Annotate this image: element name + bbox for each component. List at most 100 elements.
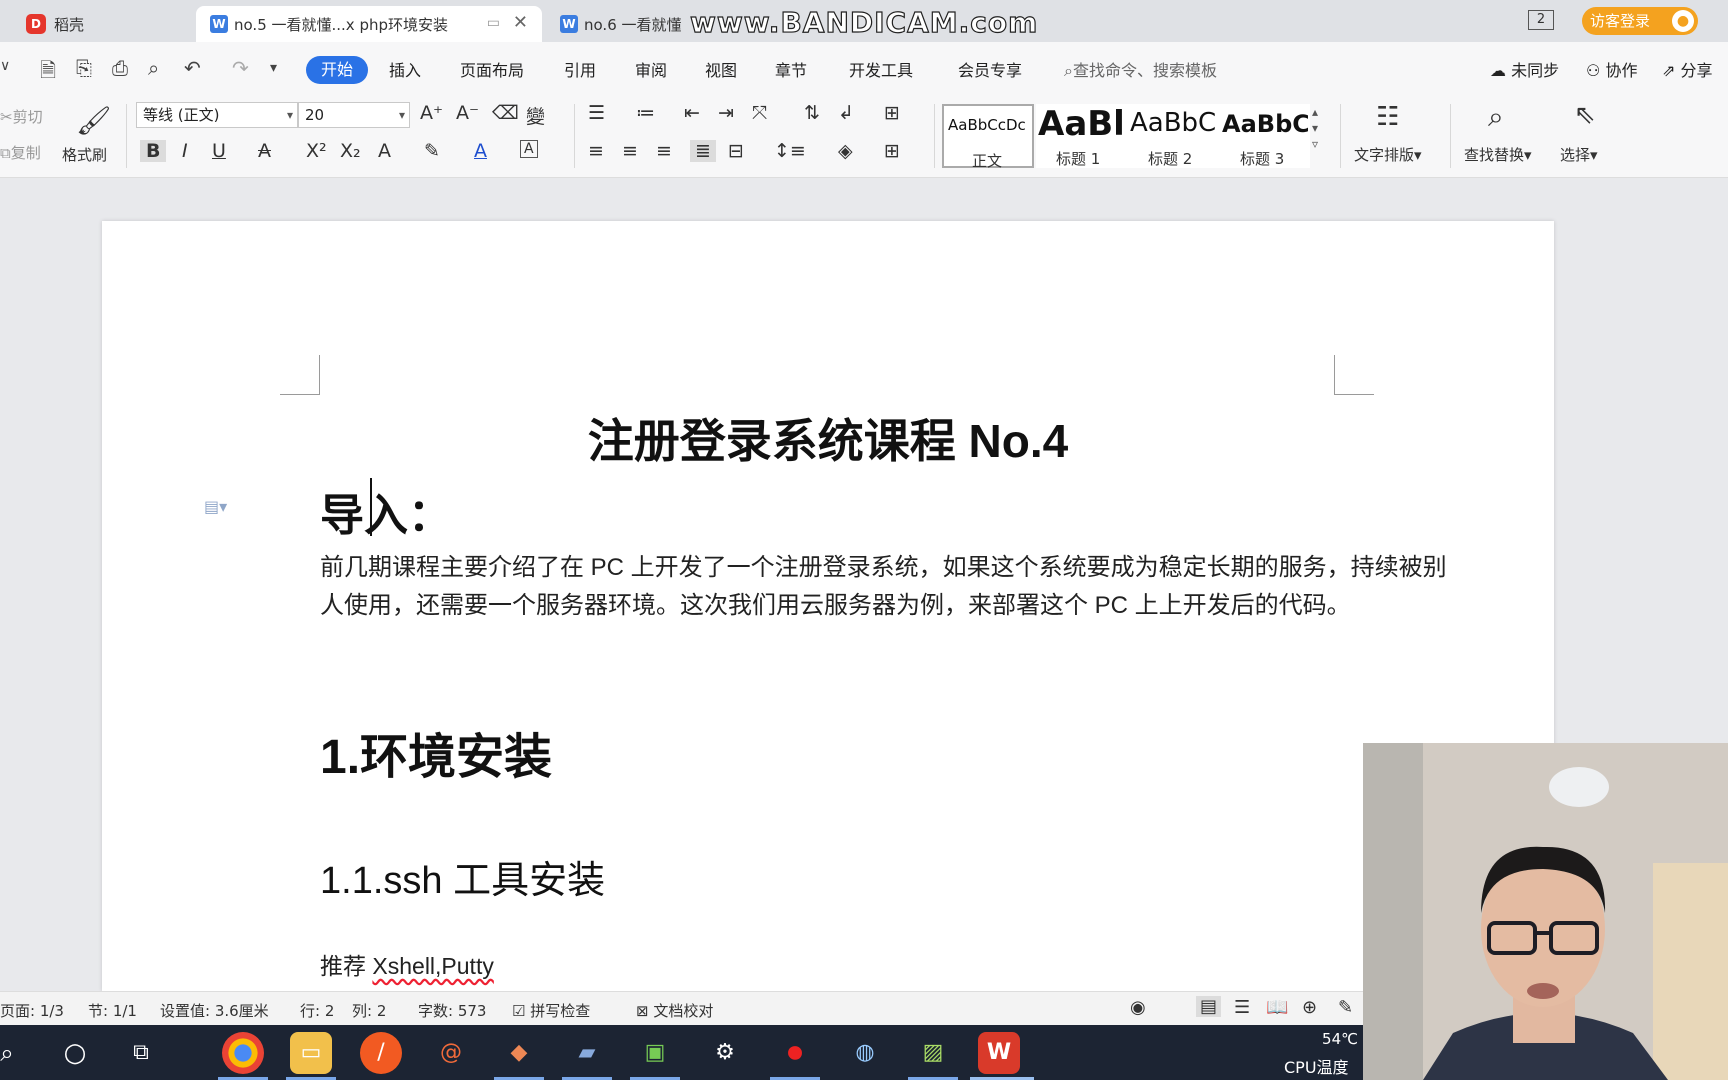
heading-ssh-tools[interactable]: 1.1.ssh 工具安装 [320, 849, 605, 904]
snail-app-icon[interactable]: @ [430, 1032, 472, 1074]
guest-login-button[interactable]: 访客登录 ● [1582, 7, 1698, 35]
print-preview-icon[interactable]: ⌕ [148, 56, 159, 80]
underline-icon[interactable]: U [212, 140, 226, 162]
command-search[interactable]: ⌕查找命令、搜索模板 [1064, 57, 1217, 81]
grow-font-icon[interactable]: A⁺ [420, 102, 443, 124]
cut-button[interactable]: ✂剪切 [0, 106, 43, 127]
tab-page-layout[interactable]: 页面布局 [460, 57, 524, 81]
align-right-icon[interactable]: ≡ [656, 140, 672, 162]
record-icon[interactable]: ⏺ [774, 1032, 816, 1074]
settings-icon[interactable]: ⚙ [704, 1032, 746, 1074]
chrome-icon[interactable] [222, 1032, 264, 1074]
format-painter-icon[interactable]: 🖌 [76, 104, 112, 137]
status-page[interactable]: 页面: 1/3 [0, 1000, 64, 1021]
tab-no5[interactable]: W no.5 一看就懂...x php环境安装 ▭ ✕ [196, 6, 542, 42]
intro-heading[interactable]: 导入： [320, 479, 452, 543]
sort-icon[interactable]: ⇅ [804, 102, 820, 124]
status-setting[interactable]: 设置值: 3.6厘米 [160, 1000, 269, 1021]
phonetic-icon[interactable]: 變 [526, 102, 545, 129]
spellcheck-button[interactable]: ☑ 拼写检查 [512, 1000, 590, 1021]
paragraph-mark-icon[interactable]: ↲ [838, 102, 854, 124]
cursor-select-icon[interactable]: ⇖ [1574, 100, 1596, 130]
proofread-button[interactable]: ⊠ 文档校对 [636, 1000, 713, 1021]
money-app-icon[interactable]: ▣ [634, 1032, 676, 1074]
increase-indent-icon[interactable]: ⇥ [718, 102, 734, 124]
styles-scroll-icon[interactable]: ▴ ▾ ▿ [1312, 104, 1318, 152]
style-heading3[interactable]: AaBbC 标题 3 [1220, 104, 1310, 168]
align-left-icon[interactable]: ≡ [588, 140, 604, 162]
tab-docer[interactable]: D 稻壳 [0, 6, 196, 42]
subscript-icon[interactable]: X₂ [340, 140, 361, 162]
text-layout-button[interactable]: 文字排版▾ [1354, 144, 1422, 165]
style-heading2[interactable]: AaBbC 标题 2 [1128, 104, 1220, 168]
write-view-icon[interactable]: ✎ [1338, 997, 1353, 1018]
tab-insert[interactable]: 插入 [389, 57, 421, 81]
heading-environment-install[interactable]: 1.环境安装 [320, 717, 552, 787]
borders-icon[interactable]: ⊞ [884, 140, 900, 162]
strikethrough-icon[interactable]: A [258, 140, 271, 162]
line-spacing-icon[interactable]: ↕≡ [774, 140, 806, 162]
distribute-icon[interactable]: ⊟ [728, 140, 744, 162]
numbered-list-icon[interactable]: ≔ [636, 102, 655, 124]
tab-stops-icon[interactable]: ⊞ [884, 102, 900, 124]
superscript-icon[interactable]: X² [306, 140, 327, 162]
bold-icon[interactable]: B [140, 140, 167, 162]
justify-icon[interactable]: ≣ [690, 140, 716, 162]
intro-paragraph[interactable]: 前几期课程主要介绍了在 PC 上开发了一个注册登录系统，如果这个系统要成为稳定长… [320, 549, 1448, 625]
task-view-icon[interactable]: ⧉ [120, 1032, 162, 1074]
collaborate-button[interactable]: ⚇ 协作 [1586, 57, 1637, 81]
browser-icon[interactable]: ◍ [844, 1032, 886, 1074]
tab-start[interactable]: 开始 [306, 56, 368, 84]
search-icon[interactable]: ⌕ [0, 1032, 28, 1074]
tab-no6[interactable]: W no.6 一看就懂 [546, 6, 696, 42]
window-count[interactable]: 2 [1528, 10, 1554, 30]
share-button[interactable]: ⇗ 分享 [1662, 57, 1713, 81]
undo-icon[interactable]: ↶ [184, 56, 201, 80]
file-explorer-icon[interactable]: ▭ [290, 1032, 332, 1074]
save-icon[interactable]: 🗎 [40, 56, 56, 90]
clear-format-icon[interactable]: ⌫ [492, 102, 519, 124]
char-border-icon[interactable]: A [520, 140, 538, 158]
tab-chapter[interactable]: 章节 [775, 57, 807, 81]
find-replace-button[interactable]: 查找替换▾ [1464, 144, 1532, 165]
bullet-list-icon[interactable]: ☰ [588, 102, 605, 124]
tab-view[interactable]: 视图 [705, 57, 737, 81]
align-center-icon[interactable]: ≡ [622, 140, 638, 162]
copy-button[interactable]: ⧉复制 [0, 142, 41, 163]
paragraph-handle-icon[interactable]: ▤▾ [204, 497, 227, 516]
decrease-indent-icon[interactable]: ⇤ [684, 102, 700, 124]
text-effect-icon[interactable]: A [378, 140, 391, 162]
app-orange-icon[interactable]: / [360, 1032, 402, 1074]
notes-icon[interactable]: ▰ [566, 1032, 608, 1074]
tab-member[interactable]: 会员专享 [958, 57, 1022, 81]
document-title[interactable]: 注册登录系统课程 No.4 [102, 405, 1554, 471]
web-view-icon[interactable]: ⊕ [1302, 997, 1317, 1018]
shrink-font-icon[interactable]: A⁻ [456, 102, 479, 124]
magnifier-icon[interactable]: ⌕ [1488, 100, 1504, 134]
outline-view-icon[interactable]: ☰ [1234, 997, 1250, 1018]
print-icon[interactable]: ⎙ [112, 56, 128, 80]
select-button[interactable]: 选择▾ [1560, 144, 1598, 165]
page-view-icon[interactable]: ▤ [1196, 996, 1222, 1017]
style-normal[interactable]: AaBbCcDc 正文 [942, 104, 1034, 170]
recommend-line[interactable]: 推荐 Xshell,Putty [320, 947, 494, 981]
close-tab-icon[interactable]: ✕ [513, 12, 528, 33]
quick-access-more-icon[interactable]: ▾ [270, 60, 277, 76]
chinese-layout-icon[interactable]: ⤧ [752, 102, 767, 124]
italic-icon[interactable]: I [182, 140, 188, 162]
redo-icon[interactable]: ↷ [232, 56, 249, 80]
status-wordcount[interactable]: 字数: 573 [418, 1000, 486, 1021]
editor-icon[interactable]: ▨ [912, 1032, 954, 1074]
reading-view-icon[interactable]: 📖 [1266, 997, 1288, 1018]
wps-icon[interactable]: W [978, 1032, 1020, 1074]
text-layout-icon[interactable]: ☷ [1376, 102, 1399, 132]
chevron-down-icon[interactable]: ∨ [0, 58, 10, 74]
export-pdf-icon[interactable]: ⎘ [76, 56, 92, 80]
format-painter-button[interactable]: 格式刷 [62, 144, 107, 165]
eye-protection-icon[interactable]: ◉ [1130, 997, 1146, 1018]
font-name-select[interactable]: 等线 (正文) [136, 102, 298, 128]
shading-icon[interactable]: ◈ [838, 140, 853, 162]
pin-icon[interactable]: ▭ [487, 15, 500, 31]
font-size-select[interactable]: 20 [298, 102, 410, 128]
git-icon[interactable]: ◆ [498, 1032, 540, 1074]
